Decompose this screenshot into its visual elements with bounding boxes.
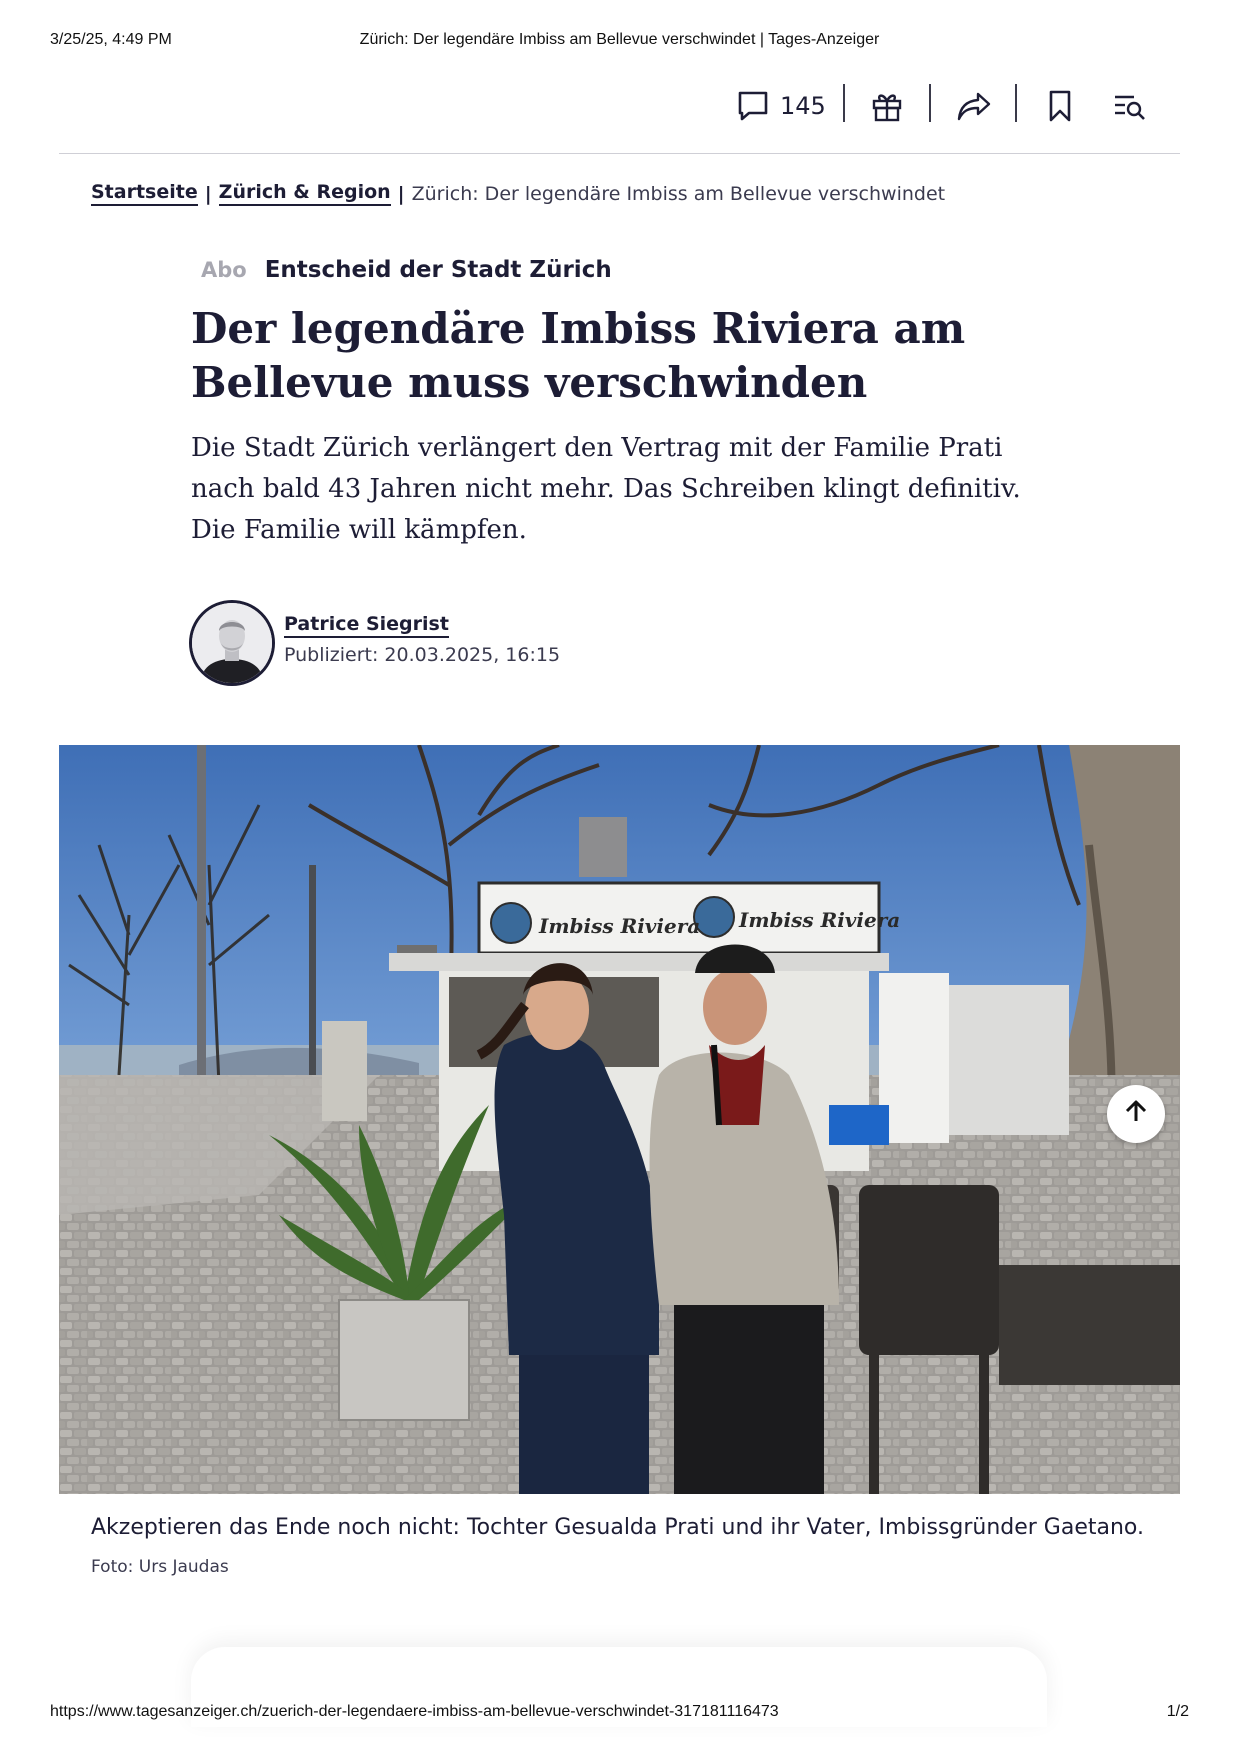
breadcrumb-home-link[interactable]: Startseite	[91, 181, 198, 206]
bookmark-button[interactable]	[1046, 78, 1074, 134]
print-header: 3/25/25, 4:49 PM Zürich: Der legendäre I…	[0, 31, 1239, 53]
comments-button[interactable]: 145	[736, 78, 826, 134]
share-button[interactable]	[956, 78, 992, 134]
breadcrumb-separator: |	[397, 182, 405, 205]
article-lead: Die Stadt Zürich verlängert den Vertrag …	[191, 433, 1021, 545]
abo-badge: Abo	[201, 258, 247, 282]
article-kicker: Abo Entscheid der Stadt Zürich	[201, 257, 612, 283]
image-credit: Foto: Urs Jaudas	[91, 1557, 229, 1577]
publish-date: Publiziert: 20.03.2025, 16:15	[284, 644, 561, 666]
image-caption: Akzeptieren das Ende noch nicht: Tochter…	[91, 1515, 1144, 1540]
author-link[interactable]: Patrice Siegrist	[284, 613, 449, 638]
header-divider	[59, 153, 1180, 154]
arrow-up-icon	[1123, 1099, 1149, 1130]
comment-icon	[736, 89, 770, 123]
gift-icon	[870, 89, 904, 123]
article-toolbar: 145	[0, 78, 1239, 134]
scroll-to-top-button[interactable]	[1107, 1085, 1165, 1143]
comment-count: 145	[780, 92, 826, 120]
print-url: https://www.tagesanzeiger.ch/zuerich-der…	[50, 1703, 779, 1720]
bookmark-icon	[1046, 89, 1074, 123]
breadcrumb: Startseite | Zürich & Region | Zürich: D…	[91, 181, 945, 206]
breadcrumb-current: Zürich: Der legendäre Imbiss am Bellevue…	[411, 182, 946, 205]
toc-search-icon	[1112, 89, 1148, 123]
breadcrumb-section-link[interactable]: Zürich & Region	[218, 181, 391, 206]
print-page-number: 1/2	[1166, 1703, 1189, 1720]
print-footer: https://www.tagesanzeiger.ch/zuerich-der…	[0, 1703, 1239, 1725]
article-headline: Der legendäre Imbiss Riviera am Bellevue…	[191, 304, 966, 407]
kicker-topic: Entscheid der Stadt Zürich	[264, 257, 612, 283]
kiosk-sign-right: Imbiss Riviera	[738, 908, 900, 932]
toolbar-divider	[843, 84, 845, 122]
toolbar-divider	[929, 84, 931, 122]
hero-image[interactable]: Imbiss Riviera Imbiss Riviera	[59, 745, 1180, 1494]
print-doc-title: Zürich: Der legendäre Imbiss am Bellevue…	[359, 31, 880, 48]
share-icon	[956, 89, 992, 123]
table-of-contents-button[interactable]	[1112, 78, 1148, 134]
breadcrumb-separator: |	[204, 182, 212, 205]
kiosk-sign-left: Imbiss Riviera	[538, 914, 700, 938]
author-avatar[interactable]	[189, 600, 275, 686]
gift-article-button[interactable]	[870, 78, 904, 134]
toolbar-divider	[1015, 84, 1017, 122]
